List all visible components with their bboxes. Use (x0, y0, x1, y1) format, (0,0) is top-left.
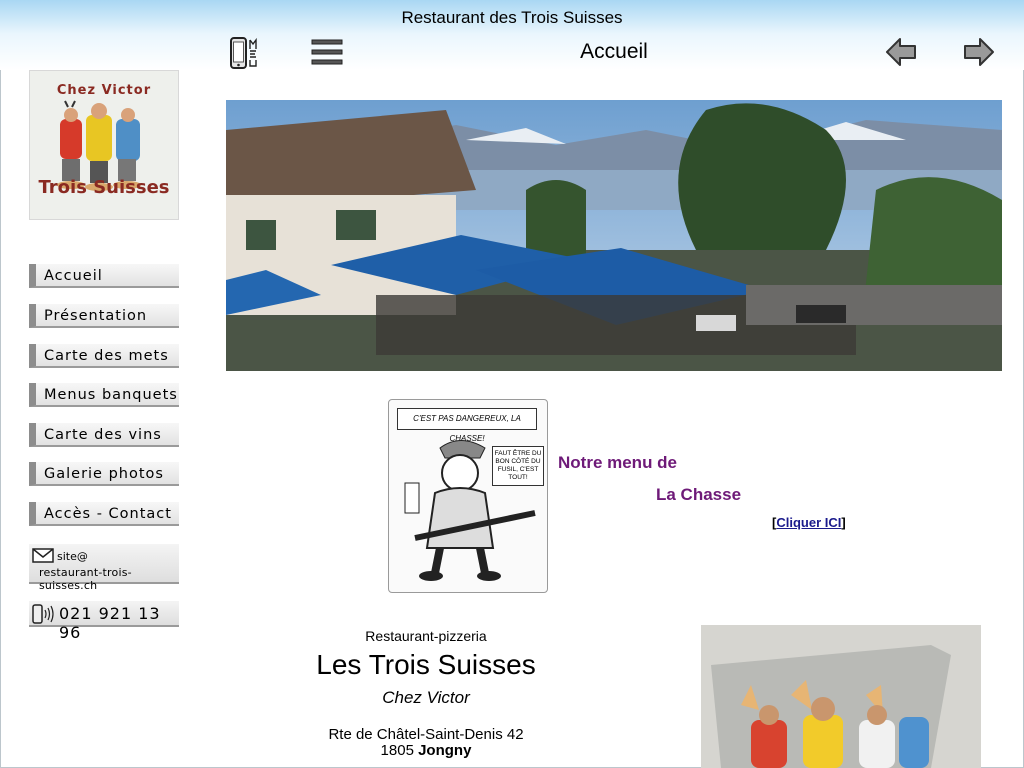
cartoon-quote: C'EST PAS DANGEREUX, LA CHASSE! (397, 408, 537, 443)
previous-page-icon[interactable] (884, 36, 918, 68)
nav-item-presentation[interactable]: Présentation (29, 304, 179, 328)
nav-item-menus-banquets[interactable]: Menus banquets (29, 383, 179, 407)
nav-item-accueil[interactable]: Accueil (29, 264, 179, 288)
email-line-2: restaurant-trois-suisses.ch (39, 566, 132, 592)
chasse-menu-link[interactable]: Cliquer ICI (776, 515, 841, 530)
promo-link-wrapper: [Cliquer ICI] (772, 515, 846, 530)
restaurant-type: Restaurant-pizzeria (365, 628, 487, 644)
envelope-icon (32, 548, 54, 563)
promo-link-close-bracket: ] (841, 515, 846, 530)
nav-item-carte-des-vins[interactable]: Carte des vins (29, 423, 179, 447)
phone-link[interactable]: 021 921 13 96 (29, 601, 179, 642)
restaurant-name: Les Trois Suisses (316, 649, 536, 680)
page-heading: Accueil (580, 40, 648, 63)
address-city-line: 1805 Jongny (226, 742, 626, 759)
hero-terrace-photo (226, 100, 1002, 371)
promo-line-2: La Chasse (656, 485, 742, 504)
menu-icon[interactable] (311, 38, 343, 66)
address-city: Jongny (418, 742, 472, 759)
logo-text-top: Chez Victor (56, 83, 152, 98)
address-zip: 1805 (380, 742, 414, 759)
email-link[interactable]: site@ restaurant-trois-suisses.ch (29, 544, 179, 592)
wall-sign-photo (701, 625, 981, 768)
hunting-cartoon[interactable]: C'EST PAS DANGEREUX, LA CHASSE! FAUT ÊTR… (388, 399, 548, 593)
nav-item-galerie-photos[interactable]: Galerie photos (29, 462, 179, 486)
email-line-1: site@ (57, 550, 88, 563)
restaurant-logo[interactable]: Chez Victor Trois Suisses (29, 70, 179, 220)
phone-icon (32, 604, 54, 624)
logo-text-bottom: Trois Suisses (38, 177, 170, 198)
nav-item-carte-des-mets[interactable]: Carte des mets (29, 344, 179, 368)
toolbar (0, 34, 1024, 70)
address-street: Rte de Châtel-Saint-Denis 42 (328, 726, 524, 743)
restaurant-subtitle: Chez Victor (382, 688, 470, 707)
hunter-drawing (404, 440, 536, 581)
nav-item-acces-contact[interactable]: Accès - Contact (29, 502, 179, 526)
mobile-version-icon[interactable] (229, 37, 263, 69)
promo-line-1: Notre menu de (558, 453, 678, 472)
phone-number: 021 921 13 96 (59, 604, 161, 642)
site-title: Restaurant des Trois Suisses (0, 0, 1024, 34)
next-page-icon[interactable] (962, 36, 996, 68)
